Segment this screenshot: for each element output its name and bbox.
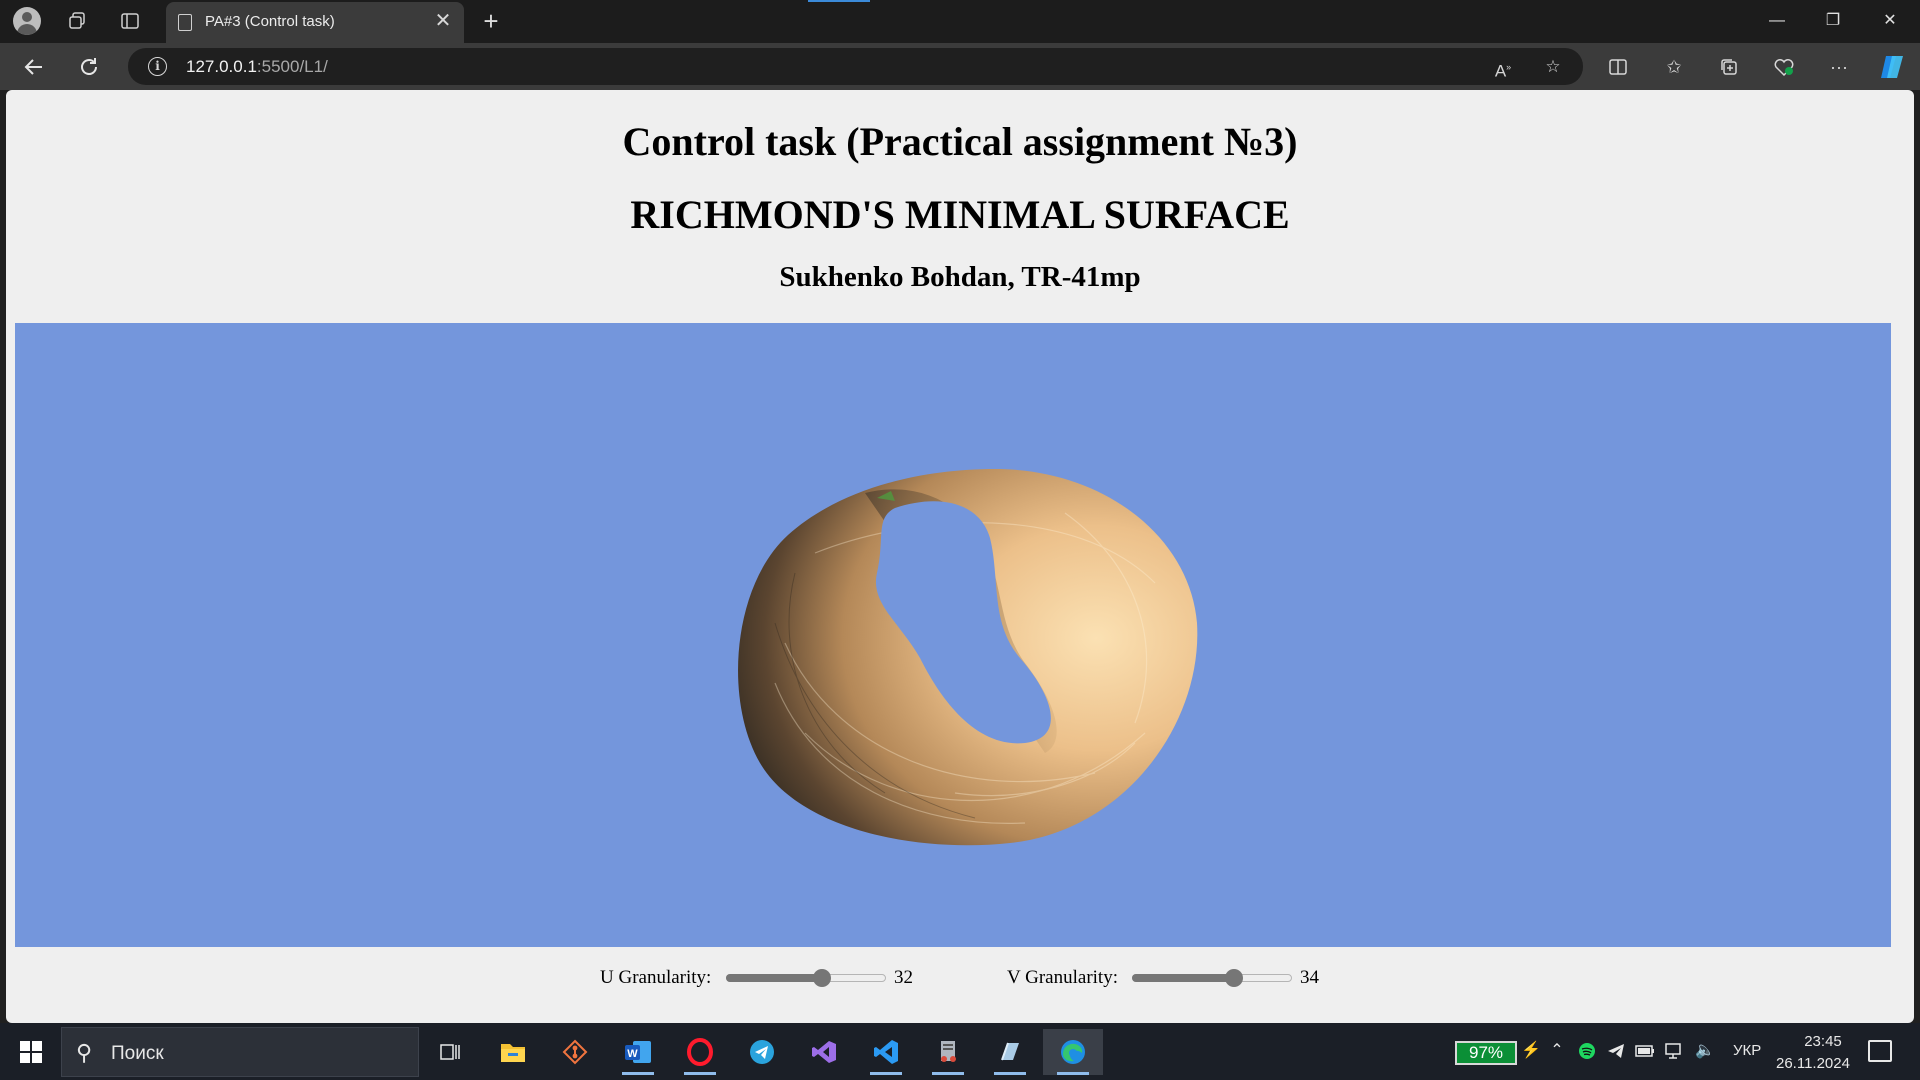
v-granularity-value: 34 (1300, 967, 1319, 988)
word-icon[interactable]: W (614, 1029, 662, 1075)
page-viewport: Control task (Practical assignment №3) R… (6, 90, 1914, 1023)
spotify-icon[interactable] (1576, 1039, 1598, 1063)
v-granularity-slider[interactable] (1132, 969, 1292, 987)
surface-title: RICHMOND'S MINIMAL SURFACE (630, 192, 1290, 237)
address-bar[interactable]: i 127.0.0.1:5500/L1/ A» ☆ (128, 48, 1583, 85)
svg-text:W: W (627, 1048, 638, 1060)
profile-avatar-icon[interactable] (13, 7, 41, 35)
close-window-button[interactable]: ✕ (1867, 6, 1913, 36)
more-menu-icon[interactable]: ··· (1824, 52, 1854, 82)
plug-icon: ⚡ (1521, 1042, 1541, 1059)
v-granularity-label: V Granularity: (1007, 967, 1118, 988)
url-path: :5500/L1/ (256, 57, 328, 76)
url-text[interactable]: 127.0.0.1:5500/L1/ (186, 57, 328, 77)
battery-indicator[interactable]: 97% (1455, 1041, 1517, 1065)
v-slider-thumb[interactable] (1225, 969, 1243, 987)
richmond-surface-render (738, 469, 1198, 846)
git-app-icon[interactable] (551, 1029, 599, 1075)
server-app-icon[interactable] (924, 1029, 972, 1075)
page-title: Control task (Practical assignment №3) (622, 119, 1298, 164)
search-placeholder: Поиск (111, 1043, 164, 1064)
focus-accent (808, 0, 870, 2)
collections-icon[interactable] (1714, 52, 1744, 82)
telegram-icon[interactable] (738, 1029, 786, 1075)
volume-icon[interactable]: 🔈 (1694, 1039, 1716, 1063)
u-granularity-value: 32 (894, 967, 913, 988)
file-explorer-icon[interactable] (489, 1029, 537, 1075)
vscode-running-indicator (870, 1072, 902, 1075)
browser-essentials-icon[interactable] (1769, 52, 1799, 82)
u-granularity-slider[interactable] (726, 969, 886, 987)
u-granularity-label: U Granularity: (600, 967, 712, 988)
visual-studio-icon[interactable] (800, 1029, 848, 1075)
copilot-icon[interactable] (1877, 52, 1907, 82)
opera-icon[interactable] (676, 1029, 724, 1075)
search-icon: ⚲ (76, 1040, 93, 1065)
browser-tab-bar: PA#3 (Control task) ✕ + — ❐ ✕ (0, 0, 1920, 43)
favorite-star-icon[interactable]: ☆ (1540, 54, 1566, 80)
granularity-controls: U Granularity: 32 V Granularity: 34 (6, 952, 1914, 992)
telegram-tray-icon[interactable] (1605, 1039, 1627, 1063)
favorites-icon[interactable]: ✩ (1659, 52, 1689, 82)
server-app-running-indicator (932, 1072, 964, 1075)
windows-taskbar: ⚲ Поиск W 97% ⚡ ⌃ 🔈 УКР 23:45 26.11.2024 (0, 1023, 1920, 1080)
u-slider-fill (726, 974, 822, 982)
author-line: Sukhenko Bohdan, TR-41mp (779, 261, 1141, 293)
minimize-button[interactable]: — (1754, 6, 1800, 36)
refresh-icon[interactable] (73, 51, 105, 83)
network-icon[interactable] (1664, 1039, 1686, 1063)
taskbar-search-box[interactable]: ⚲ Поиск (61, 1027, 419, 1077)
tab-close-icon[interactable]: ✕ (432, 10, 454, 32)
split-screen-icon[interactable] (1603, 52, 1633, 82)
opera-running-indicator (684, 1072, 716, 1075)
restore-button[interactable]: ❐ (1810, 6, 1856, 36)
workspaces-icon[interactable] (62, 7, 92, 35)
clock-time[interactable]: 23:45 (1793, 1033, 1853, 1050)
u-slider-thumb[interactable] (813, 969, 831, 987)
edge-icon[interactable] (1043, 1029, 1103, 1075)
word-running-indicator (622, 1072, 654, 1075)
notes-app-icon[interactable] (986, 1029, 1034, 1075)
vscode-icon[interactable] (862, 1029, 910, 1075)
notes-app-running-indicator (994, 1072, 1026, 1075)
edge-running-indicator (1057, 1072, 1089, 1075)
notification-center-icon[interactable] (1868, 1040, 1892, 1062)
back-arrow-icon[interactable] (18, 51, 50, 83)
webgl-canvas[interactable] (15, 323, 1891, 947)
tab-title: PA#3 (Control task) (205, 13, 335, 30)
task-view-icon[interactable] (426, 1029, 474, 1075)
page-icon (178, 14, 192, 31)
vertical-tabs-icon[interactable] (115, 7, 145, 35)
site-info-icon[interactable]: i (148, 57, 167, 76)
clock-date[interactable]: 26.11.2024 (1776, 1055, 1850, 1072)
new-tab-button[interactable]: + (478, 6, 504, 36)
battery-tray-icon[interactable] (1634, 1039, 1656, 1063)
tab-active[interactable]: PA#3 (Control task) ✕ (166, 2, 464, 43)
v-slider-fill (1132, 974, 1234, 982)
browser-toolbar: i 127.0.0.1:5500/L1/ A» ☆ ✩ ··· (0, 43, 1920, 90)
windows-start-icon[interactable] (10, 1037, 50, 1067)
read-aloud-icon[interactable]: A» (1490, 54, 1516, 81)
input-language[interactable]: УКР (1733, 1042, 1761, 1059)
chevron-up-icon[interactable]: ⌃ (1546, 1039, 1568, 1063)
url-host: 127.0.0.1 (186, 57, 257, 76)
